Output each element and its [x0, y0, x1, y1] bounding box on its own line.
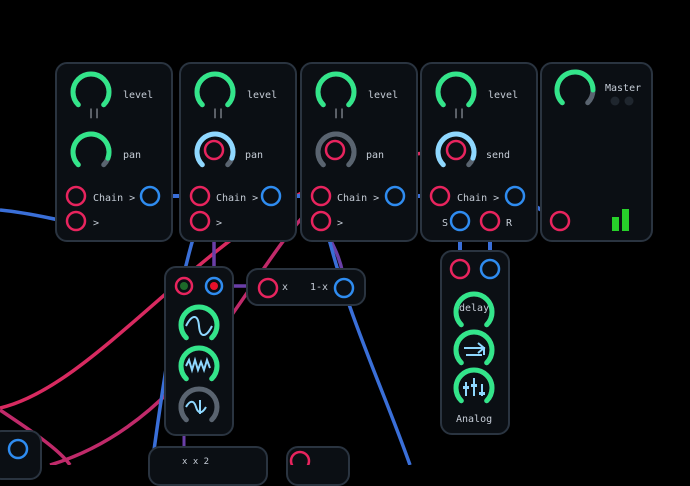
meter-bar-left	[612, 217, 619, 231]
partial-module-bottom: x x 2	[148, 446, 268, 486]
partial-label: x x 2	[182, 457, 210, 467]
chain-label: Chain >	[337, 193, 380, 204]
level-label: level	[247, 90, 278, 101]
master-title: Master	[605, 83, 642, 94]
delay-label: delay	[459, 303, 490, 314]
pause-label: ||	[333, 108, 346, 119]
send-label: send	[486, 150, 511, 161]
pan-label: pan	[245, 150, 264, 161]
out-label: >	[337, 218, 344, 229]
lfo-module	[164, 266, 234, 436]
pan-label: pan	[123, 150, 142, 161]
level-label: level	[123, 90, 154, 101]
out-label: >	[216, 218, 223, 229]
level-label: level	[488, 90, 519, 101]
channel-strip-4: level || send Chain > S R	[420, 62, 538, 242]
return-port-label: R	[506, 218, 513, 229]
delay-effect-module: delay Analog	[440, 250, 510, 435]
pause-label: ||	[453, 108, 466, 119]
pause-label: ||	[88, 108, 101, 119]
meter-bar-right	[622, 209, 629, 231]
chain-label: Chain >	[216, 193, 259, 204]
master-panel: Master	[540, 62, 653, 242]
crossfader-module: x 1-x	[246, 268, 366, 306]
pause-label: ||	[212, 108, 225, 119]
x-label: x	[282, 282, 289, 293]
level-label: level	[368, 90, 399, 101]
channel-strip-2: level || pan Chain > >	[179, 62, 297, 242]
partial-module-bottom-2	[286, 446, 350, 486]
effect-name-label: Analog	[456, 414, 493, 425]
partial-module-left	[0, 430, 42, 480]
pan-label: pan	[366, 150, 385, 161]
out-label: >	[93, 218, 100, 229]
channel-strip-3: level || pan Chain > >	[300, 62, 418, 242]
chain-label: Chain >	[457, 193, 500, 204]
chain-label: Chain >	[93, 193, 136, 204]
send-port-label: S	[442, 218, 449, 229]
channel-strip-1: level || pan Chain > >	[55, 62, 173, 242]
one-minus-x-label: 1-x	[310, 282, 329, 293]
